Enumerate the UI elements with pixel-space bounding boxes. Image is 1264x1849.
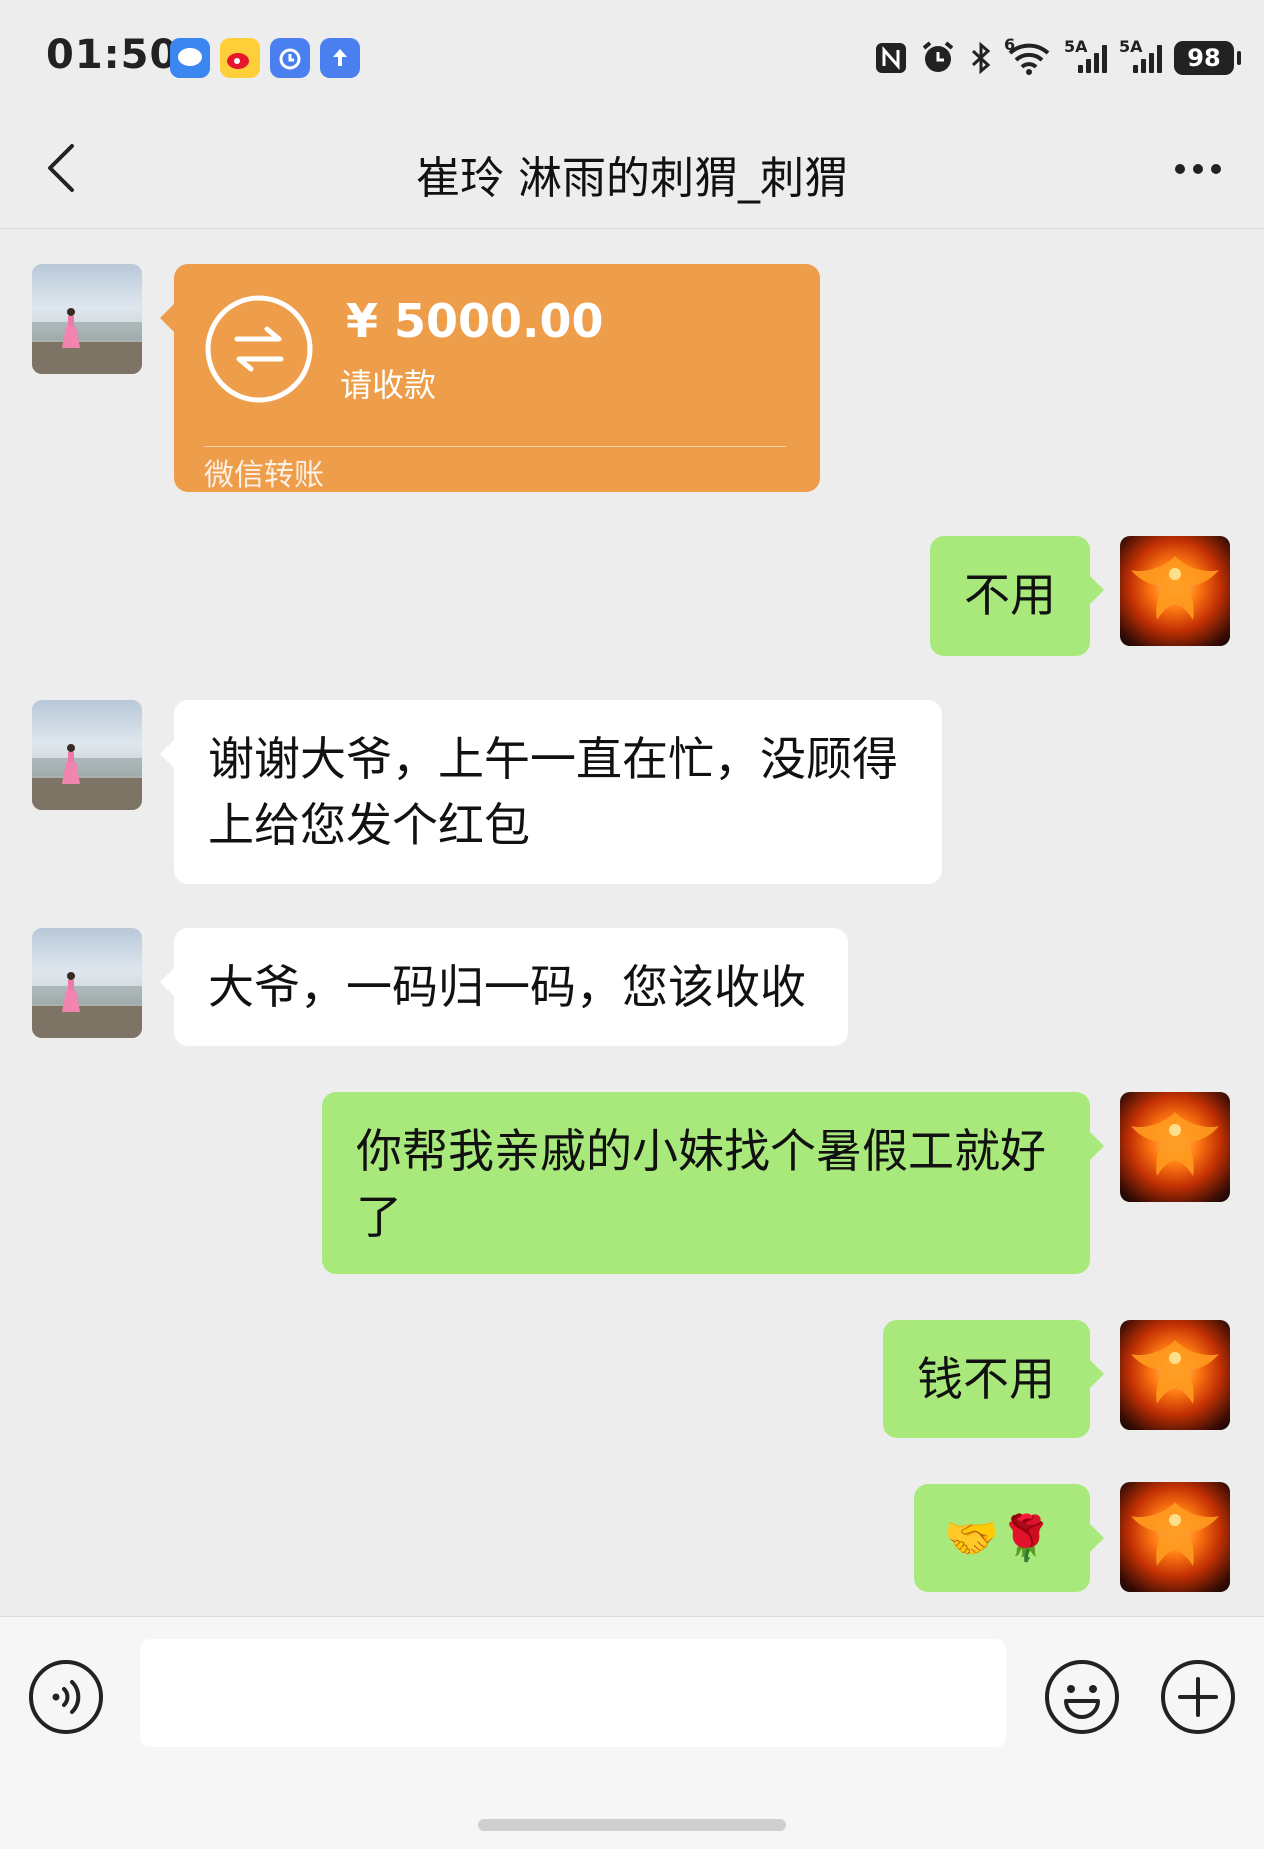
message-notification-icon (170, 38, 210, 78)
bluetooth-icon (968, 41, 994, 75)
my-avatar[interactable] (1120, 1482, 1230, 1592)
nfc-icon (874, 41, 908, 75)
transfer-card[interactable]: ¥ 5000.00 请收款 微信转账 (160, 264, 820, 493)
upload-notification-icon (320, 38, 360, 78)
my-avatar[interactable] (1120, 1092, 1230, 1202)
battery-icon: 98 (1174, 41, 1241, 75)
weibo-notification-icon (220, 38, 260, 78)
transfer-divider (204, 446, 786, 447)
clock-notification-icon (270, 38, 310, 78)
transfer-subtitle: 请收款 (340, 366, 437, 404)
status-bar: 01:50 6 5A 5A 98 (0, 0, 1264, 110)
signal-strength-icon: 5A (1119, 37, 1162, 73)
status-icons: 6 5A 5A 98 (874, 35, 1241, 80)
message-bubble[interactable]: 不用 (930, 536, 1104, 656)
my-avatar[interactable] (1120, 1320, 1230, 1430)
chat-input-bar (0, 1616, 1264, 1849)
contact-avatar[interactable] (32, 700, 142, 810)
emoji-message-bubble[interactable]: 🤝🌹 (914, 1484, 1104, 1592)
message-text-line: 谢谢大爷，上午一直在忙，没顾得 (208, 732, 898, 786)
message-bubble[interactable]: 谢谢大爷，上午一直在忙，没顾得 上给您发个红包 (160, 700, 942, 884)
message-bubble[interactable]: 大爷，一码归一码，您该收收 (160, 928, 848, 1046)
message-text-line: 了 (356, 1190, 402, 1244)
contact-avatar[interactable] (32, 928, 142, 1038)
emoji-icon[interactable] (1044, 1659, 1120, 1735)
my-avatar[interactable] (1120, 536, 1230, 646)
voice-input-icon[interactable] (28, 1659, 104, 1735)
transfer-exchange-icon (204, 294, 314, 404)
add-more-icon[interactable] (1160, 1659, 1236, 1735)
home-indicator[interactable] (478, 1819, 786, 1831)
signal-label: 5A (1119, 37, 1143, 56)
message-bubble[interactable]: 你帮我亲戚的小妹找个暑假工就好 了 (322, 1092, 1104, 1274)
contact-avatar[interactable] (32, 264, 142, 374)
signal-strength-icon: 5A (1064, 37, 1107, 73)
transfer-source-label: 微信转账 (204, 458, 324, 493)
chat-title: 崔玲 淋雨的刺猬_刺猬 (416, 153, 848, 204)
status-time: 01:50 (46, 32, 179, 78)
message-input[interactable] (140, 1639, 1006, 1747)
message-bubble[interactable]: 钱不用 (883, 1320, 1104, 1438)
transfer-amount: ¥ 5000.00 (346, 294, 604, 348)
signal-label: 5A (1064, 37, 1088, 56)
alarm-icon (920, 41, 956, 75)
message-text-line: 你帮我亲戚的小妹找个暑假工就好 (356, 1124, 1046, 1178)
wifi-icon: 6 (1004, 35, 1052, 75)
more-options-icon[interactable] (1168, 144, 1228, 194)
wifi-label: 6 (1004, 35, 1016, 54)
chat-header: 崔玲 淋雨的刺猬_刺猬 (0, 110, 1264, 229)
message-text-line: 上给您发个红包 (208, 798, 530, 852)
